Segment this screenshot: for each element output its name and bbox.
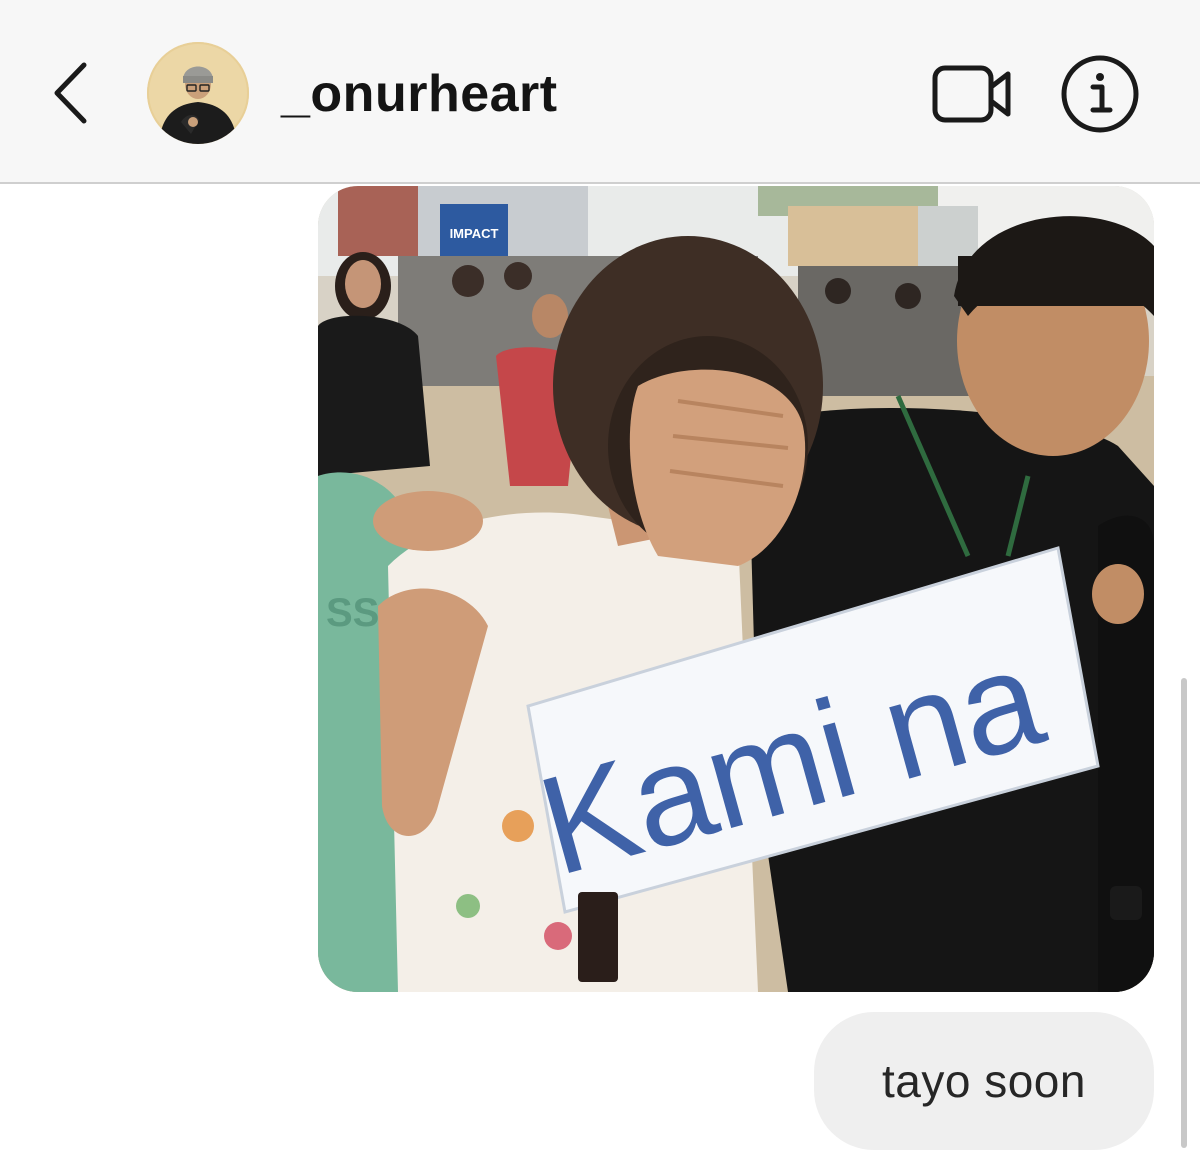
chat-header: _onurheart (0, 0, 1200, 184)
chevron-left-icon (54, 62, 87, 124)
svg-text:SS: SS (326, 591, 379, 635)
info-icon (1061, 55, 1139, 133)
avatar[interactable] (147, 42, 249, 144)
video-camera-icon (932, 65, 1011, 123)
back-button[interactable] (40, 55, 110, 131)
photo-message[interactable]: IMPACT SS Kami na (318, 186, 1154, 992)
message-bubble[interactable]: tayo soon (814, 1012, 1154, 1150)
info-button[interactable] (1058, 52, 1142, 136)
message-text: tayo soon (882, 1055, 1086, 1107)
scrollbar[interactable] (1181, 678, 1187, 1148)
shared-photo: IMPACT SS Kami na (318, 186, 1154, 992)
banner-text: IMPACT (450, 226, 499, 241)
video-call-button[interactable] (926, 60, 1016, 128)
chat-username[interactable]: _onurheart (281, 62, 558, 126)
message-thread: IMPACT SS Kami na tayo soon (0, 184, 1200, 1155)
